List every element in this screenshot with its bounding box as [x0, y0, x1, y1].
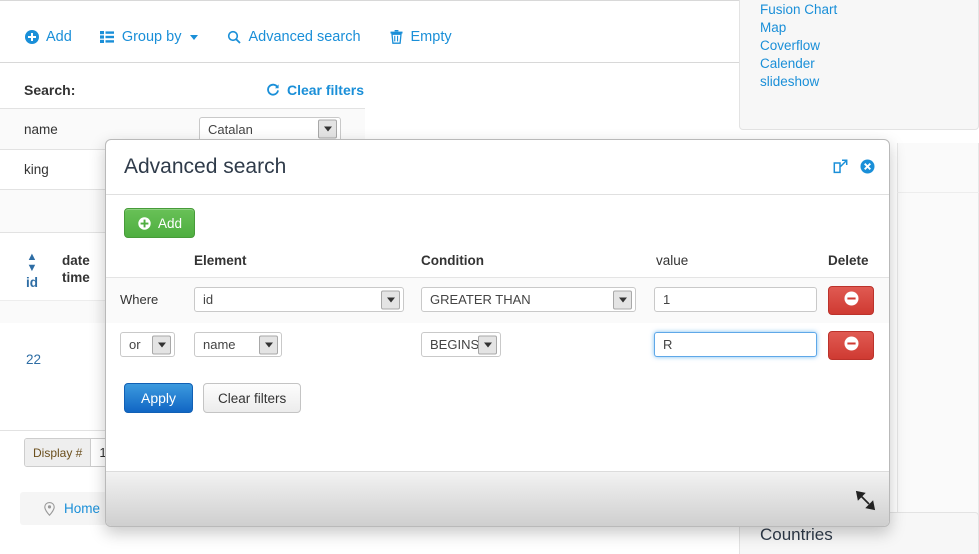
close-circle-icon[interactable]: [860, 159, 875, 179]
dialog-action-buttons: Apply Clear filters: [124, 383, 302, 413]
dialog-clear-filters-button[interactable]: Clear filters: [203, 383, 302, 413]
condition-join-label: Where: [120, 292, 159, 307]
condition-join-select[interactable]: or: [120, 332, 175, 357]
app-root: Add Group by Advanced search Empty Searc…: [0, 0, 979, 554]
filter-value-select[interactable]: Catalan: [199, 116, 341, 142]
dialog-add-condition-label: Add: [158, 215, 183, 231]
toolbar-empty-label: Empty: [410, 29, 452, 45]
clear-filters-label: Clear filters: [286, 82, 364, 98]
table-cell-king: king: [24, 161, 49, 177]
breadcrumb-home-link[interactable]: Home: [64, 501, 100, 516]
dialog-title: Advanced search: [124, 155, 287, 178]
condition-element-select[interactable]: id: [194, 287, 404, 312]
chevron-down-icon: [152, 335, 171, 354]
column-header-element: Element: [194, 253, 247, 268]
condition-delete-button[interactable]: [828, 286, 874, 315]
column-header-delete: Delete: [828, 253, 869, 268]
condition-join-value: or: [129, 337, 141, 352]
condition-operator-select[interactable]: BEGINS: [421, 332, 501, 357]
toolbar-add-button[interactable]: Add: [0, 29, 86, 45]
dialog-body: Add Element Condition value Delete Where…: [106, 195, 889, 473]
advanced-search-dialog: Advanced search Add Element Condition va…: [105, 139, 890, 527]
search-icon: [226, 30, 241, 45]
location-pin-icon: [42, 501, 57, 516]
sidebar-item-coverflow[interactable]: Coverflow: [760, 37, 978, 55]
search-label: Search:: [24, 82, 76, 98]
dialog-footer: [106, 471, 889, 526]
toolbar-advanced-search-button[interactable]: Advanced search: [212, 29, 374, 45]
table-header-id-label: id: [26, 275, 38, 290]
chevron-down-icon: [190, 34, 199, 40]
table-cell-id[interactable]: 22: [26, 352, 41, 367]
refresh-icon: [266, 83, 281, 98]
filter-field-label: name: [24, 121, 58, 137]
condition-row: Where id GREATER THAN: [106, 278, 889, 324]
plus-circle-icon: [137, 216, 152, 231]
table-header-id[interactable]: ▲ ▼ id: [26, 252, 38, 291]
sidebar-item-fusion-chart[interactable]: Fusion Chart: [760, 1, 978, 19]
display-count-label: Display #: [25, 439, 92, 466]
dialog-column-headers: Element Condition value Delete: [106, 253, 889, 278]
search-bar: Search: Clear filters: [24, 76, 364, 104]
chevron-down-icon: [259, 335, 278, 354]
right-side-panel-divider: [897, 192, 979, 193]
minus-circle-icon: [844, 336, 859, 356]
toolbar-group-by-label: Group by: [121, 29, 182, 45]
condition-value-input[interactable]: [654, 332, 817, 357]
chevron-down-icon: [613, 290, 632, 309]
condition-element-select[interactable]: name: [194, 332, 282, 357]
open-external-icon[interactable]: [833, 159, 848, 179]
dialog-add-condition-button[interactable]: Add: [124, 208, 196, 238]
toolbar-advanced-search-label: Advanced search: [248, 29, 361, 45]
condition-element-value: name: [203, 337, 236, 352]
column-header-condition: Condition: [421, 253, 484, 268]
minus-circle-icon: [844, 291, 859, 311]
sidebar-item-calender[interactable]: Calender: [760, 55, 978, 73]
filter-value-selected: Catalan: [208, 121, 253, 137]
table-header-datetime-label: date time: [62, 253, 90, 285]
list-icon: [100, 30, 115, 45]
chevron-down-icon: [318, 119, 337, 139]
toolbar-empty-button[interactable]: Empty: [375, 29, 466, 45]
sidebar-links-panel: Fusion Chart Map Coverflow Calender slid…: [739, 0, 979, 130]
condition-operator-value: BEGINS: [430, 337, 480, 352]
resize-handle-icon[interactable]: [855, 490, 877, 512]
condition-element-value: id: [203, 292, 214, 307]
apply-button[interactable]: Apply: [124, 383, 194, 413]
table-header-datetime[interactable]: date time: [62, 252, 90, 286]
condition-delete-button[interactable]: [828, 331, 874, 360]
chevron-down-icon: [478, 335, 497, 354]
column-header-value: value: [656, 253, 689, 268]
toolbar-group-by-button[interactable]: Group by: [86, 29, 213, 45]
condition-operator-select[interactable]: GREATER THAN: [421, 287, 636, 312]
plus-circle-icon: [24, 30, 39, 45]
dialog-header[interactable]: Advanced search: [106, 140, 889, 195]
sort-updown-icon: ▲ ▼: [26, 251, 38, 274]
sidebar-item-slideshow[interactable]: slideshow: [760, 73, 978, 91]
right-side-panel: [897, 143, 979, 523]
condition-operator-value: GREATER THAN: [430, 292, 531, 307]
toolbar-add-label: Add: [46, 29, 72, 45]
condition-row: or name BEGINS: [106, 323, 889, 368]
dialog-header-actions: [833, 159, 875, 179]
main-toolbar: Add Group by Advanced search Empty: [0, 22, 466, 52]
chevron-down-icon: [381, 290, 400, 309]
clear-filters-link[interactable]: Clear filters: [266, 82, 364, 98]
countries-panel-title: Countries: [760, 525, 833, 544]
sidebar-item-map[interactable]: Map: [760, 19, 978, 37]
trash-icon: [389, 30, 404, 45]
condition-value-input[interactable]: [654, 287, 817, 312]
